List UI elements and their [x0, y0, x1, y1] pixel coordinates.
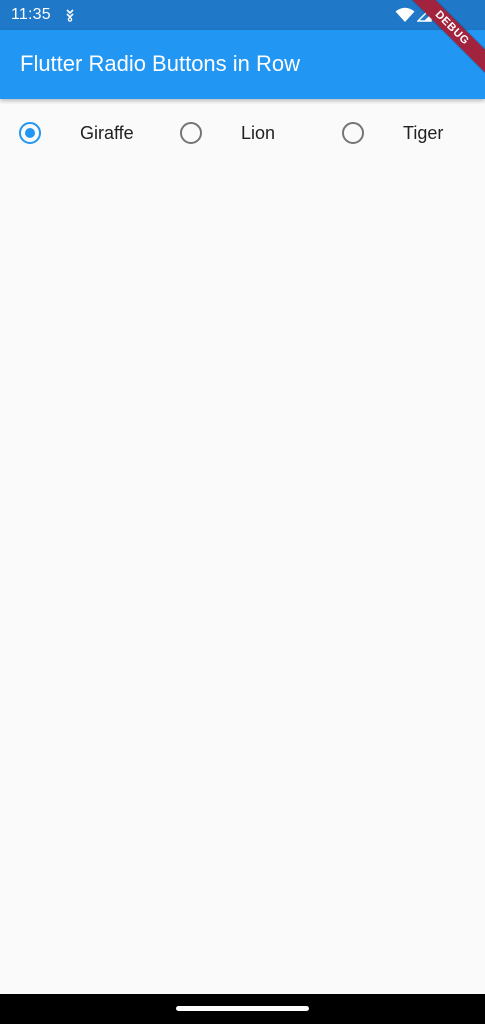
- radio-option-giraffe[interactable]: Giraffe: [11, 110, 171, 156]
- radio-label-tiger: Tiger: [403, 123, 444, 143]
- cell-signal-icon: [417, 7, 432, 22]
- wifi-icon: [395, 7, 415, 22]
- radio-unselected-icon[interactable]: [342, 122, 364, 144]
- radio-option-tiger[interactable]: Tiger: [334, 110, 485, 156]
- download-notification-icon: [66, 9, 74, 22]
- app-bar: Flutter Radio Buttons in Row: [0, 30, 485, 99]
- status-time: 11:35: [11, 6, 51, 23]
- radio-selected-icon[interactable]: [19, 122, 41, 144]
- radio-label-giraffe: Giraffe: [80, 123, 134, 143]
- page-title: Flutter Radio Buttons in Row: [20, 51, 301, 76]
- radio-label-lion: Lion: [241, 123, 276, 143]
- gesture-handle[interactable]: [176, 1006, 309, 1011]
- radio-option-lion[interactable]: Lion: [172, 110, 332, 156]
- radio-unselected-icon[interactable]: [180, 122, 202, 144]
- navigation-bar: [0, 994, 485, 1024]
- status-bar: 11:35: [0, 0, 485, 30]
- radio-button-row: Giraffe Lion Tiger: [0, 110, 485, 156]
- radio-dot: [25, 128, 35, 138]
